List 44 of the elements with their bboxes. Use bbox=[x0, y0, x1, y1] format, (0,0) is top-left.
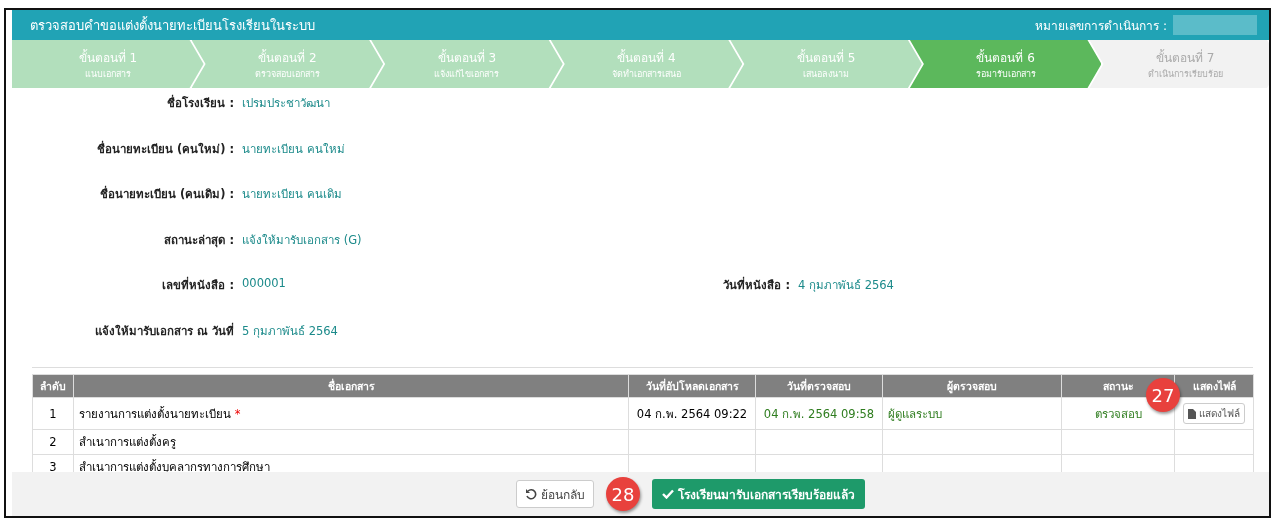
reference-label: หมายเลขการดำเนินการ : bbox=[1035, 17, 1167, 35]
wizard-step[interactable]: ขั้นตอนที่ 3 แจ้งแก้ไขเอกสาร bbox=[371, 40, 563, 88]
table-cell: ผู้ดูแลระบบ bbox=[882, 397, 1062, 430]
field-label: เลขที่หนังสือ : bbox=[161, 276, 234, 294]
wizard-step[interactable]: ขั้นตอนที่ 2 ตรวจสอบเอกสาร bbox=[191, 40, 384, 88]
wizard-step[interactable]: ขั้นตอนที่ 4 จัดทำเอกสารเสนอ bbox=[550, 40, 743, 88]
column-header: วันที่ตรวจสอบ bbox=[755, 374, 883, 398]
field-label: สถานะล่าสุด : bbox=[163, 231, 234, 249]
show-file-button[interactable]: แสดงไฟล์ bbox=[1183, 403, 1245, 424]
field-value: นายทะเบียน คนใหม่ bbox=[242, 140, 346, 158]
field-label: ชื่อนายทะเบียน (คนเดิม) : bbox=[98, 185, 234, 203]
field-label: แจ้งให้มารับเอกสาร ณ วันที่ bbox=[94, 321, 234, 340]
field-value: นายทะเบียน คนเดิม bbox=[242, 186, 343, 203]
field-label: วันที่หนังสือ : bbox=[722, 276, 790, 294]
table-cell: 2 bbox=[32, 429, 74, 455]
undo-icon bbox=[525, 488, 537, 500]
wizard-step[interactable]: ขั้นตอนที่ 1 แนบเอกสาร bbox=[12, 40, 204, 88]
callout-badge: 28 bbox=[606, 477, 640, 511]
back-button[interactable]: ย้อนกลับ bbox=[516, 480, 594, 508]
column-header: วันที่อัปโหลดเอกสาร bbox=[628, 374, 756, 398]
wizard-step[interactable]: ขั้นตอนที่ 5 เสนอลงนาม bbox=[730, 40, 922, 88]
panel-title: ตรวจสอบคำขอแต่งตั้งนายทะเบียนโรงเรียนในระบบ bbox=[30, 15, 315, 35]
field-value: แจ้งให้มารับเอกสาร (G) bbox=[242, 231, 363, 249]
column-header: ชื่อเอกสาร bbox=[73, 374, 629, 398]
confirm-button[interactable]: โรงเรียนมารับเอกสารเรียบร้อยแล้ว bbox=[652, 479, 865, 509]
field-label: ชื่อโรงเรียน : bbox=[166, 94, 234, 112]
column-header: ผู้ตรวจสอบ bbox=[882, 374, 1062, 398]
check-icon bbox=[662, 489, 674, 499]
field-value: 4 กุมภาพันธ์ 2564 bbox=[798, 277, 895, 294]
wizard-step[interactable]: ขั้นตอนที่ 7 ดำเนินการเรียบร้อย bbox=[1089, 40, 1269, 88]
wizard-step[interactable]: ขั้นตอนที่ 6 รอมารับเอกสาร bbox=[909, 40, 1102, 88]
column-header: ลำดับ bbox=[32, 374, 74, 398]
field-value: 000001 bbox=[242, 276, 287, 292]
field-label: ชื่อนายทะเบียน (คนใหม่) : bbox=[95, 139, 234, 158]
table-cell: รายงานการแต่งตั้งนายทะเบียน * bbox=[73, 397, 629, 430]
pdf-file-icon bbox=[1188, 408, 1196, 419]
table-cell: 04 ก.พ. 2564 09:22 bbox=[628, 397, 756, 430]
table-cell: 04 ก.พ. 2564 09:58 bbox=[755, 397, 883, 430]
column-header: แสดงไฟล์ bbox=[1174, 374, 1254, 398]
table-cell: 1 bbox=[32, 397, 74, 430]
field-value: เปรมประชาวัฒนา bbox=[242, 95, 331, 112]
table-cell: สำเนาการแต่งตั้งครู bbox=[73, 429, 629, 455]
required-mark: * bbox=[234, 406, 241, 421]
field-value: 5 กุมภาพันธ์ 2564 bbox=[242, 322, 339, 340]
